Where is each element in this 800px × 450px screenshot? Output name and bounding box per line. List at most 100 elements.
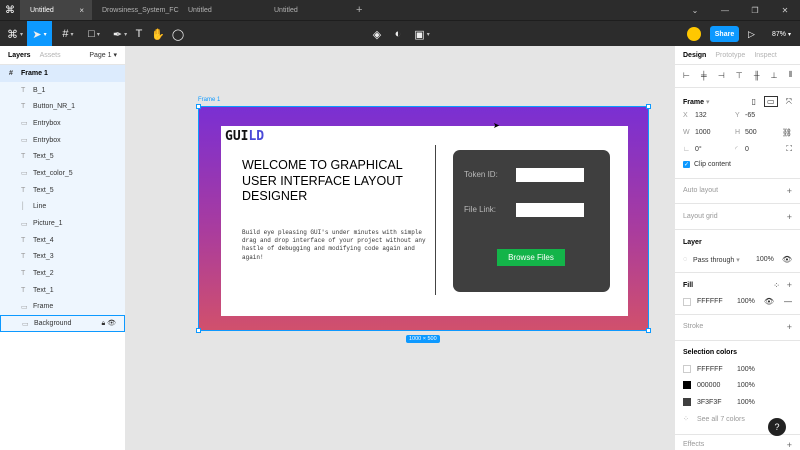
layer-frame[interactable]: ▭ Frame [0, 298, 125, 316]
boolean-icon[interactable]: ▣ ▾ [412, 21, 432, 47]
comment-tool-icon[interactable]: ◯ [171, 21, 185, 47]
tab-drowsiness[interactable]: Drowsiness_System_FC [92, 0, 179, 20]
page-selector[interactable]: Page 1 ▾ [89, 51, 117, 59]
align-center-h-icon[interactable]: ╪ [701, 71, 707, 80]
close-window-icon[interactable]: ✕ [770, 0, 800, 20]
add-effect-icon[interactable]: + [787, 440, 792, 450]
browse-files-button[interactable]: Browse Files [497, 249, 565, 266]
selection-color-row[interactable]: FFFFFF 100% [683, 365, 792, 373]
layer-picture-1[interactable]: ▭ Picture_1 [0, 215, 125, 232]
resize-handle[interactable] [646, 104, 651, 109]
layer-text-1[interactable]: T Text_1 [0, 281, 125, 299]
tab-untitled-3[interactable]: Untitled [264, 0, 350, 20]
figma-menu-icon[interactable]: ⌘ [0, 0, 20, 20]
resize-handle[interactable] [196, 328, 201, 333]
present-icon[interactable]: ▷ [748, 21, 755, 47]
canvas[interactable]: Frame 1 GUILD WELCOME TO GRAPHICAL USER … [126, 46, 674, 450]
pen-tool-icon[interactable]: ✒ ▾ [108, 21, 132, 47]
layer-entrybox-1[interactable]: ▭ Entrybox [0, 115, 125, 132]
mask-icon[interactable]: ◐ [391, 21, 405, 47]
color-swatch[interactable] [683, 381, 691, 389]
distribute-icon[interactable]: ⫴ [789, 70, 792, 80]
fill-swatch[interactable] [683, 297, 691, 306]
eye-icon[interactable]: 👁︎ [764, 297, 774, 306]
add-fill-icon[interactable]: + [787, 280, 792, 290]
constrain-proportions-icon[interactable]: ⛓ [782, 128, 792, 137]
tab-prototype[interactable]: Prototype [715, 52, 745, 59]
fill-hex[interactable]: FFFFFF [697, 298, 737, 305]
layer-entrybox-2[interactable]: ▭ Entrybox [0, 131, 125, 149]
align-top-icon[interactable]: ⊤ [736, 71, 743, 80]
tab-design[interactable]: Design [683, 52, 706, 59]
color-swatch[interactable] [683, 398, 691, 406]
resize-handle[interactable] [646, 328, 651, 333]
hand-tool-icon[interactable]: ✋ [151, 21, 165, 47]
tab-untitled-2[interactable]: Untitled [178, 0, 264, 20]
layer-b-1[interactable]: T B_1 [0, 81, 125, 99]
layer-opacity[interactable]: 100% [756, 256, 774, 263]
frame-title[interactable]: Frame ▾ [683, 98, 709, 106]
layer-background[interactable]: ▭ Background 🔒︎ 👁︎ [0, 315, 125, 332]
frame-tool-icon[interactable]: # ▾ [56, 21, 80, 47]
add-auto-layout-icon[interactable]: + [787, 186, 792, 196]
align-right-icon[interactable]: ⊣ [718, 71, 725, 80]
rotation-field[interactable]: 0° [695, 146, 735, 153]
layer-text-5b[interactable]: T Text_5 [0, 181, 125, 199]
layer-frame-1[interactable]: # Frame 1 [0, 65, 125, 82]
file-link-input[interactable] [516, 203, 584, 217]
layer-text-5[interactable]: T Text_5 [0, 148, 125, 166]
resize-handle[interactable] [196, 104, 201, 109]
more-icon[interactable]: ⌄ [680, 0, 710, 20]
y-field[interactable]: -65 [745, 112, 755, 119]
selection-color-row[interactable]: 000000 100% [683, 381, 792, 389]
help-button[interactable]: ? [768, 418, 786, 436]
share-button[interactable]: Share [710, 26, 739, 42]
text-tool-icon[interactable]: T [132, 21, 146, 47]
lock-eye-icons[interactable]: 🔒︎ 👁︎ [101, 319, 116, 328]
x-field[interactable]: 132 [695, 112, 735, 119]
design-frame[interactable]: GUILD WELCOME TO GRAPHICAL USER INTERFAC… [196, 104, 651, 333]
token-input[interactable] [516, 168, 584, 182]
tab-inspect[interactable]: Inspect [754, 52, 777, 59]
resize-to-fit-icon[interactable]: ⤧ [786, 97, 792, 107]
zoom-dropdown[interactable]: 87% ▾ [772, 21, 791, 47]
see-all-colors-link[interactable]: See all 7 colors [697, 416, 745, 423]
portrait-icon[interactable]: ▯ [752, 97, 756, 106]
w-field[interactable]: 1000 [695, 129, 735, 136]
fill-opacity[interactable]: 100% [737, 298, 755, 305]
align-left-icon[interactable]: ⊢ [683, 71, 690, 80]
clip-content-checkbox[interactable]: ✓ [683, 161, 690, 168]
avatar[interactable] [687, 27, 701, 41]
maximize-icon[interactable]: ❐ [740, 0, 770, 20]
layer-text-4[interactable]: T Text_4 [0, 231, 125, 249]
add-layout-grid-icon[interactable]: + [787, 212, 792, 222]
layer-text-color-5[interactable]: ▭ Text_color_5 [0, 165, 125, 182]
selection-color-row[interactable]: 3F3F3F 100% [683, 398, 792, 406]
minimize-icon[interactable]: — [710, 0, 740, 20]
layer-line[interactable]: │ Line [0, 198, 125, 216]
styles-icon[interactable]: ⁘ [773, 281, 780, 290]
tab-layers[interactable]: Layers [8, 52, 31, 59]
main-menu-icon[interactable]: ⌘ ▾ [4, 21, 26, 47]
h-field[interactable]: 500 [745, 129, 757, 136]
close-tab-icon[interactable]: × [79, 6, 84, 15]
new-tab-button[interactable]: + [350, 0, 368, 20]
tab-assets[interactable]: Assets [40, 52, 61, 59]
blend-mode-select[interactable]: Pass through ▾ [693, 256, 740, 264]
layer-text-3[interactable]: T Text_3 [0, 248, 125, 266]
align-center-v-icon[interactable]: ╫ [754, 71, 760, 80]
radius-field[interactable]: 0 [745, 146, 749, 153]
frame-label[interactable]: Frame 1 [198, 97, 220, 103]
eye-icon[interactable]: 👁︎ [782, 255, 792, 264]
remove-fill-icon[interactable]: — [784, 297, 792, 306]
layer-text-2[interactable]: T Text_2 [0, 265, 125, 282]
add-stroke-icon[interactable]: + [787, 322, 792, 332]
independent-corners-icon[interactable]: ⛶ [786, 144, 792, 154]
component-icon[interactable]: ◈ [370, 21, 384, 47]
content-card[interactable]: GUILD WELCOME TO GRAPHICAL USER INTERFAC… [221, 126, 628, 316]
color-swatch[interactable] [683, 365, 691, 373]
tab-untitled-active[interactable]: Untitled × [20, 0, 92, 20]
align-bottom-icon[interactable]: ⊥ [771, 71, 778, 80]
layer-button-nr-1[interactable]: T Button_NR_1 [0, 98, 125, 116]
shape-tool-icon[interactable]: □ ▾ [82, 21, 106, 47]
